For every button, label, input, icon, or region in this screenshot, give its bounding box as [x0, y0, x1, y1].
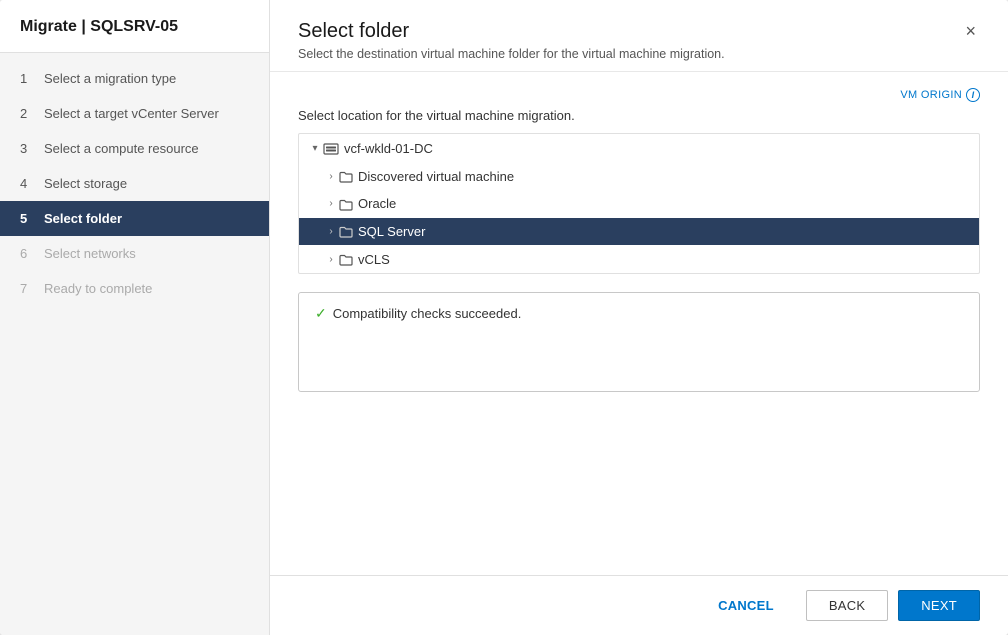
vm-origin-link[interactable]: VM ORIGIN i	[900, 88, 980, 102]
sidebar-step-undefined: 6 Select networks	[0, 236, 269, 271]
sidebar-step-undefined[interactable]: 4 Select storage	[0, 166, 269, 201]
chevron-icon: ›	[323, 198, 339, 209]
select-location-label: Select location for the virtual machine …	[298, 108, 980, 123]
step-label: Select a target vCenter Server	[44, 106, 219, 121]
chevron-icon: ›	[323, 171, 339, 182]
panel-subtitle: Select the destination virtual machine f…	[298, 47, 725, 61]
vm-origin-label: VM ORIGIN	[900, 89, 962, 101]
tree-item-root[interactable]: ▾ vcf-wkld-01-DC	[299, 134, 979, 163]
step-num: 4	[20, 176, 36, 191]
tree-item-sqlserver[interactable]: › SQL Server	[299, 218, 979, 246]
step-label: Select a compute resource	[44, 141, 199, 156]
folder-icon	[339, 251, 358, 267]
sidebar-step-undefined[interactable]: 1 Select a migration type	[0, 61, 269, 96]
next-button[interactable]: NEXT	[898, 590, 980, 621]
steps-list: 1 Select a migration type 2 Select a target…	[0, 53, 269, 314]
tree-item-discovered[interactable]: › Discovered virtual machine	[299, 163, 979, 191]
sidebar-step-undefined[interactable]: 2 Select a target vCenter Server	[0, 96, 269, 131]
tree-item-label: Discovered virtual machine	[358, 169, 971, 184]
tree-item-label: SQL Server	[358, 224, 971, 239]
step-label: Select folder	[44, 211, 122, 226]
step-label: Ready to complete	[44, 281, 152, 296]
sidebar-step-undefined: 7 Ready to complete	[0, 271, 269, 306]
main-panel: Select folder Select the destination vir…	[270, 0, 1008, 635]
chevron-icon: ›	[323, 226, 339, 237]
footer: CANCEL BACK NEXT	[270, 575, 1008, 635]
sidebar-step-undefined[interactable]: 5 Select folder	[0, 201, 269, 236]
step-num: 1	[20, 71, 36, 86]
sidebar: Migrate | SQLSRV-05 1 Select a migration …	[0, 0, 270, 635]
compat-row: ✓ Compatibility checks succeeded.	[315, 305, 963, 322]
close-button[interactable]: ×	[961, 22, 980, 40]
step-label: Select storage	[44, 176, 127, 191]
compatibility-box: ✓ Compatibility checks succeeded.	[298, 292, 980, 392]
step-num: 7	[20, 281, 36, 296]
chevron-icon: ›	[323, 254, 339, 265]
panel-title: Select folder	[298, 20, 725, 43]
folder-icon	[323, 140, 344, 157]
step-label: Select networks	[44, 246, 136, 261]
step-num: 3	[20, 141, 36, 156]
back-button[interactable]: BACK	[806, 590, 888, 621]
tree-item-label: vCLS	[358, 252, 971, 267]
tree-item-oracle[interactable]: › Oracle	[299, 190, 979, 218]
sidebar-step-undefined[interactable]: 3 Select a compute resource	[0, 131, 269, 166]
folder-tree: ▾ vcf-wkld-01-DC › Discovered virtual ma…	[298, 133, 980, 274]
compat-message: Compatibility checks succeeded.	[333, 306, 522, 321]
folder-icon	[339, 169, 358, 185]
step-num: 6	[20, 246, 36, 261]
chevron-icon: ▾	[307, 143, 323, 154]
folder-icon	[339, 196, 358, 212]
step-label: Select a migration type	[44, 71, 176, 86]
tree-item-label: vcf-wkld-01-DC	[344, 141, 971, 156]
migrate-dialog: Migrate | SQLSRV-05 1 Select a migration …	[0, 0, 1008, 635]
info-icon: i	[966, 88, 980, 102]
main-header: Select folder Select the destination vir…	[270, 0, 1008, 72]
tree-item-vcls[interactable]: › vCLS	[299, 245, 979, 273]
step-num: 5	[20, 211, 36, 226]
check-icon: ✓	[315, 305, 327, 322]
step-num: 2	[20, 106, 36, 121]
vm-origin-bar: VM ORIGIN i	[298, 88, 980, 102]
folder-icon	[339, 224, 358, 240]
cancel-button[interactable]: CANCEL	[696, 590, 796, 621]
main-body: VM ORIGIN i Select location for the virt…	[270, 72, 1008, 575]
tree-item-label: Oracle	[358, 196, 971, 211]
dialog-title: Migrate | SQLSRV-05	[0, 0, 269, 53]
